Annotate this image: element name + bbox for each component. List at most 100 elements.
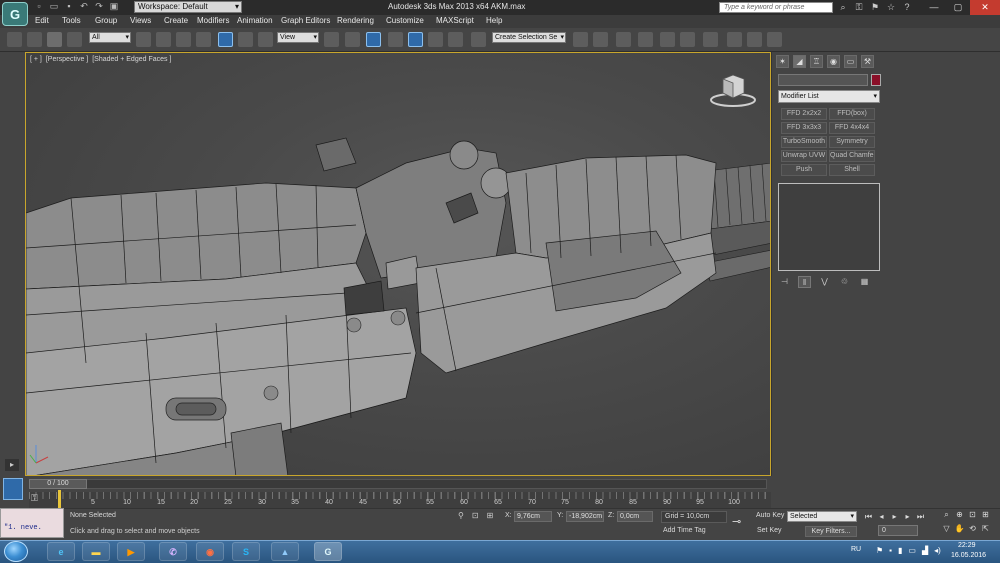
menu-create[interactable]: Create [164, 16, 188, 25]
maxscript-listener[interactable]: "1. neve. [0, 508, 64, 538]
rectangle-selection-icon[interactable] [176, 32, 191, 47]
current-frame-field[interactable]: 0 [878, 525, 918, 536]
align-icon[interactable] [593, 32, 608, 47]
select-and-move-icon[interactable] [218, 32, 233, 47]
rendered-frame-window-icon[interactable] [747, 32, 762, 47]
go-to-start-icon[interactable]: ⏮ [864, 512, 873, 522]
viewport-label[interactable]: [ + ] [Perspective ] [Shaded + Edged Fac… [30, 56, 173, 63]
firefox-icon[interactable]: ◉ [196, 542, 224, 561]
play-animation-icon[interactable]: ▸ [890, 512, 899, 522]
make-unique-icon[interactable]: ⋁ [818, 276, 831, 288]
window-crossing-icon[interactable] [196, 32, 211, 47]
modifier-button[interactable]: Shell [829, 164, 875, 176]
pivot-center-icon[interactable] [324, 32, 339, 47]
menu-views[interactable]: Views [130, 16, 151, 25]
internet-explorer-icon[interactable]: e [47, 542, 75, 561]
track-bar[interactable]: 5 10 15 20 25 30 35 40 45 50 55 60 65 70… [29, 492, 771, 508]
modifier-button[interactable]: Unwrap UVW [781, 150, 827, 162]
skype-icon[interactable]: S [232, 542, 260, 561]
schematic-view-icon[interactable] [680, 32, 695, 47]
edit-named-selection-icon[interactable] [471, 32, 486, 47]
start-button[interactable] [4, 541, 28, 562]
reference-coordinate-dropdown[interactable]: View ▾ [277, 32, 319, 43]
create-tab-icon[interactable]: ✶ [776, 55, 789, 68]
perspective-viewport[interactable]: [ + ] [Perspective ] [Shaded + Edged Fac… [25, 52, 771, 476]
clock-time[interactable]: 22:29 [958, 542, 976, 549]
zoom-extents-icon[interactable]: ⊡ [966, 510, 979, 520]
bind-spacewarp-icon[interactable] [47, 32, 62, 47]
material-editor-icon[interactable] [703, 32, 718, 47]
keyboard-shortcut-override-icon[interactable] [366, 32, 381, 47]
modifier-button[interactable]: Quad Chamfer [829, 150, 875, 162]
3ds-max-taskbar-icon[interactable]: G [314, 542, 342, 561]
show-end-result-icon[interactable]: ‖ [798, 276, 811, 288]
select-object-icon[interactable] [136, 32, 151, 47]
y-coordinate-field[interactable]: -18,902cm [566, 511, 604, 522]
select-by-name-icon[interactable] [156, 32, 171, 47]
object-name-field[interactable] [778, 74, 868, 86]
time-slider[interactable] [29, 479, 767, 489]
menu-graph-editors[interactable]: Graph Editors [281, 16, 330, 25]
field-of-view-icon[interactable]: ▽ [940, 524, 953, 533]
undo-icon[interactable]: ↶ [79, 1, 89, 11]
modifier-button[interactable]: Push [781, 164, 827, 176]
key-mode-icon[interactable]: ⚿ [31, 493, 43, 505]
spinner-snap-icon[interactable] [448, 32, 463, 47]
communication-icon[interactable]: ⚑ [870, 1, 880, 13]
help-icon[interactable]: ? [902, 1, 912, 13]
curve-editor-icon[interactable] [660, 32, 675, 47]
minimize-icon[interactable]: — [922, 0, 946, 15]
project-folder-icon[interactable]: ▣ [109, 1, 119, 11]
tray-network-icon[interactable]: ▮ [898, 546, 902, 555]
menu-group[interactable]: Group [95, 16, 117, 25]
x-coordinate-field[interactable]: 9,76cm [514, 511, 552, 522]
angle-snap-icon[interactable] [408, 32, 423, 47]
mini-curve-editor-button[interactable] [3, 478, 23, 500]
menu-edit[interactable]: Edit [35, 16, 49, 25]
select-and-scale-icon[interactable] [258, 32, 273, 47]
visual-studio-icon[interactable]: ▲ [271, 542, 299, 561]
maximize-viewport-icon[interactable]: ⇱ [979, 524, 992, 533]
modifier-button[interactable]: FFD 3x3x3 [781, 122, 827, 134]
motion-tab-icon[interactable]: ◉ [827, 55, 840, 68]
viewport-pov-label[interactable]: [Perspective ] [46, 56, 88, 63]
mirror-icon[interactable] [573, 32, 588, 47]
tray-flag-icon[interactable]: ⚑ [876, 546, 883, 555]
open-file-icon[interactable]: ▭ [49, 1, 59, 11]
snaps-toggle-icon[interactable] [388, 32, 403, 47]
link-icon[interactable] [7, 32, 22, 47]
render-production-icon[interactable] [767, 32, 782, 47]
configure-sets-icon[interactable]: ▦ [858, 276, 871, 288]
go-to-end-icon[interactable]: ⏭ [916, 512, 925, 522]
subscription-icon[interactable]: ⚿ [854, 1, 864, 13]
new-file-icon[interactable]: ▫ [34, 1, 44, 11]
modifier-button[interactable]: FFD 2x2x2 [781, 108, 827, 120]
zoom-extents-all-icon[interactable]: ⊞ [979, 510, 992, 520]
pan-icon[interactable]: ✋ [953, 524, 966, 533]
viewport-menu-label[interactable]: [ + ] [30, 56, 42, 63]
time-slider-thumb[interactable]: 0 / 100 [29, 479, 87, 489]
key-selection-dropdown[interactable]: Selected ▾ [787, 511, 857, 522]
favorites-icon[interactable]: ☆ [886, 1, 896, 13]
render-setup-icon[interactable] [727, 32, 742, 47]
select-and-rotate-icon[interactable] [238, 32, 253, 47]
modifier-stack[interactable] [778, 183, 880, 271]
display-tab-icon[interactable]: ▭ [844, 55, 857, 68]
remove-modifier-icon[interactable]: ♲ [838, 276, 851, 288]
z-coordinate-field[interactable]: 0,0cm [617, 511, 653, 522]
tray-monitor-icon[interactable]: ▭ [908, 546, 916, 555]
previous-frame-icon[interactable]: ◂ [877, 512, 886, 522]
save-file-icon[interactable]: ▪ [64, 1, 74, 11]
modifier-button[interactable]: FFD 4x4x4 [829, 122, 875, 134]
auto-key-button[interactable]: Auto Key [756, 512, 784, 519]
menu-customize[interactable]: Customize [386, 16, 424, 25]
workspace-dropdown[interactable]: Workspace: Default ▾ [134, 1, 242, 13]
close-icon[interactable]: ✕ [970, 0, 1000, 15]
unlink-icon[interactable] [27, 32, 42, 47]
application-button[interactable]: G [2, 2, 28, 26]
tray-app-icon[interactable]: ▪ [889, 546, 892, 555]
layer-manager-icon[interactable] [616, 32, 631, 47]
hierarchy-tab-icon[interactable]: ♖ [810, 55, 823, 68]
redo-icon[interactable]: ↷ [94, 1, 104, 11]
media-player-icon[interactable]: ▶ [117, 542, 145, 561]
